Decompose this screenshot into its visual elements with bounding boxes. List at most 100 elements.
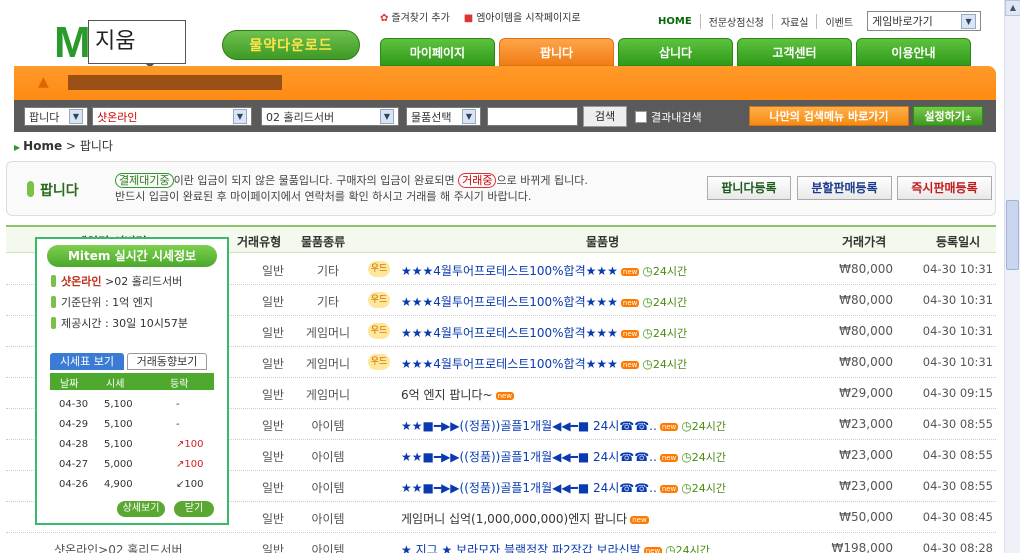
- bookmark-link[interactable]: ✿ 즐겨찾기 추가: [380, 9, 450, 24]
- date-cell: 04-30 08:55: [922, 448, 993, 462]
- new-badge: new: [620, 268, 640, 276]
- kind-cell: 아이템: [311, 450, 345, 464]
- kind-cell: 아이템: [311, 419, 345, 433]
- trading-chip: 거래중: [458, 173, 497, 188]
- price-row: 04-27 5,000 ↗100: [50, 455, 214, 475]
- game-value: 샷온라인: [97, 110, 138, 124]
- library-link[interactable]: 자료실: [771, 13, 817, 29]
- scrollbar[interactable]: ▲: [1004, 0, 1020, 553]
- breadcrumb-separator: >: [65, 139, 76, 153]
- popup-game-line: 샷온라인 >02 홀리드서버: [51, 273, 182, 289]
- tab-buy[interactable]: 삽니다: [618, 38, 733, 66]
- tab-support[interactable]: 고객센터: [737, 38, 852, 66]
- top-nav: HOME 전문상점신청 자료실 이벤트 게임바로가기 ▼: [650, 11, 982, 31]
- price-value: 5,100: [104, 419, 133, 430]
- server-select[interactable]: 02 홀리드서버 ▼: [261, 107, 399, 126]
- game-jump-select[interactable]: 게임바로가기 ▼: [867, 11, 982, 31]
- kind-cell: 아이템: [311, 512, 345, 526]
- bullet-icon: [51, 296, 56, 308]
- col-type: 거래유형: [237, 235, 282, 249]
- item-name: ★★■━▶▶((정품))골플1개월◀◀━■ 24시☎☎..: [401, 450, 657, 464]
- startpage-link[interactable]: ■ 엠아이템을 시작페이지로: [464, 9, 581, 24]
- clock-icon: ◷: [642, 326, 653, 340]
- type-cell: 일반: [261, 512, 285, 526]
- 24h-label: 24시간: [652, 358, 688, 371]
- item-name-link[interactable]: 게임머니 십억(1,000,000,000)엔지 팝니다 new: [401, 510, 649, 527]
- item-select[interactable]: 물품선택 ▼: [406, 107, 481, 126]
- notice-title: 팝니다: [27, 180, 79, 200]
- game-select[interactable]: 샷온라인 ▼: [92, 107, 252, 126]
- type-cell: 일반: [261, 295, 285, 309]
- item-value: 물품선택: [411, 110, 452, 124]
- clock-icon: ◷: [642, 295, 653, 309]
- site-logo[interactable]: M: [54, 18, 91, 68]
- main-tabs: 마이페이지 팝니다 삽니다 고객센터 이용안내: [380, 38, 971, 66]
- settings-button[interactable]: 설정하기±: [913, 106, 983, 126]
- item-name-link[interactable]: ★ 지그 ★ 보라모자 블랙정장 파2장갑 보라신발 new ◷24시간: [401, 541, 710, 553]
- popup-server: >02 홀리드서버: [104, 275, 183, 288]
- search-input[interactable]: [487, 107, 578, 126]
- popup-time: 제공시간 : 30일 10시57분: [61, 317, 189, 330]
- event-link[interactable]: 이벤트: [816, 13, 861, 29]
- item-name-link[interactable]: ★★★4월투어프로테스트100%합격★★★ new ◷24시간: [401, 355, 687, 372]
- date-cell: 04-30 10:31: [922, 355, 993, 369]
- price-cell: ₩198,000: [831, 541, 894, 553]
- notice-line-1b: 으로 바뀌게 됩니다.: [496, 174, 588, 187]
- chevron-down-icon: ▼: [380, 109, 394, 124]
- item-name: ★★★4월투어프로테스트100%합격★★★: [401, 264, 618, 278]
- scroll-up-icon[interactable]: ▲: [1005, 0, 1020, 16]
- detail-button[interactable]: 상세보기: [117, 501, 165, 517]
- chevron-down-icon: ▼: [233, 109, 247, 124]
- notice-text: 결제대기중 이란 입금이 되지 않은 물품입니다. 구매자의 입금이 완료되면 거…: [115, 173, 588, 205]
- price-cell: ₩80,000: [839, 262, 893, 276]
- price-row: 04-29 5,100 -: [50, 415, 214, 435]
- register-instant-sell-button[interactable]: 즉시판매등록: [897, 176, 992, 200]
- item-name-link[interactable]: 6억 엔지 팝니다~ new: [401, 386, 515, 403]
- 24h-label: 24시간: [652, 327, 688, 340]
- apply-shop-link[interactable]: 전문상점신청: [699, 13, 772, 29]
- tab-sell[interactable]: 팝니다: [499, 38, 614, 66]
- my-search-menu-button[interactable]: 나만의 검색메뉴 바로가기: [749, 106, 909, 126]
- type-cell: 일반: [261, 481, 285, 495]
- kind-cell: 게임머니: [305, 357, 351, 371]
- item-name-link[interactable]: ★★★4월투어프로테스트100%합격★★★ new ◷24시간: [401, 293, 687, 310]
- bookmark-label: 즐겨찾기 추가: [391, 13, 450, 24]
- trade-type-select[interactable]: 팝니다 ▼: [24, 107, 88, 126]
- price-row: 04-30 5,100 -: [50, 395, 214, 415]
- price-info-popup: Mitem 실시간 시세정보 샷온라인 >02 홀리드서버 기준단위 : 1억 …: [35, 237, 229, 525]
- item-name: 6억 엔지 팝니다~: [401, 388, 493, 402]
- tab-trade-trend[interactable]: 거래동향보기: [127, 353, 207, 370]
- register-split-sell-button[interactable]: 분할판매등록: [797, 176, 892, 200]
- 24h-label: 24시간: [675, 544, 710, 553]
- grade-badge-icon: 우드: [368, 323, 390, 339]
- col-name: 물품명: [586, 235, 620, 249]
- redacted-text: [68, 75, 282, 90]
- home-link[interactable]: HOME: [650, 16, 700, 27]
- kind-cell: 게임머니: [305, 326, 351, 340]
- tab-price-table[interactable]: 시세표 보기: [50, 353, 124, 370]
- item-name-link[interactable]: ★★■━▶▶((정품))골플1개월◀◀━■ 24시☎☎.. new ◷24시간: [401, 448, 726, 465]
- within-results-checkbox[interactable]: 결과내검색: [635, 109, 702, 125]
- clock-icon: ◷: [681, 419, 692, 433]
- price-cell: ₩29,000: [839, 386, 893, 400]
- download-banner[interactable]: 물약다운로드: [222, 30, 360, 60]
- item-name-link[interactable]: ★★■━▶▶((정품))골플1개월◀◀━■ 24시☎☎.. new ◷24시간: [401, 417, 726, 434]
- price-cell: ₩80,000: [839, 324, 893, 338]
- search-button[interactable]: 검색: [583, 106, 627, 127]
- breadcrumb: ▶ Home > 팝니다: [14, 137, 113, 154]
- item-name-link[interactable]: ★★★4월투어프로테스트100%합격★★★ new ◷24시간: [401, 262, 687, 279]
- breadcrumb-current: 팝니다: [79, 139, 113, 153]
- item-name-link[interactable]: ★★■━▶▶((정품))골플1개월◀◀━■ 24시☎☎.. new ◷24시간: [401, 479, 726, 496]
- tab-mypage[interactable]: 마이페이지: [380, 38, 495, 66]
- type-cell: 일반: [261, 326, 285, 340]
- close-button[interactable]: 닫기: [174, 501, 214, 517]
- price-change: ↗100: [176, 459, 204, 470]
- table-row[interactable]: 샷온라인>02 홀리드서버 일반 아이템 ★ 지그 ★ 보라모자 블랙정장 파2장갑 …: [6, 533, 996, 553]
- price-cell: ₩50,000: [839, 510, 893, 524]
- trade-type-value: 팝니다: [29, 110, 60, 124]
- item-name-link[interactable]: ★★★4월투어프로테스트100%합격★★★ new ◷24시간: [401, 324, 687, 341]
- register-sell-button[interactable]: 팝니다등록: [707, 176, 791, 200]
- breadcrumb-home[interactable]: Home: [23, 139, 62, 153]
- tab-guide[interactable]: 이용안내: [856, 38, 971, 66]
- scroll-thumb[interactable]: [1006, 200, 1019, 270]
